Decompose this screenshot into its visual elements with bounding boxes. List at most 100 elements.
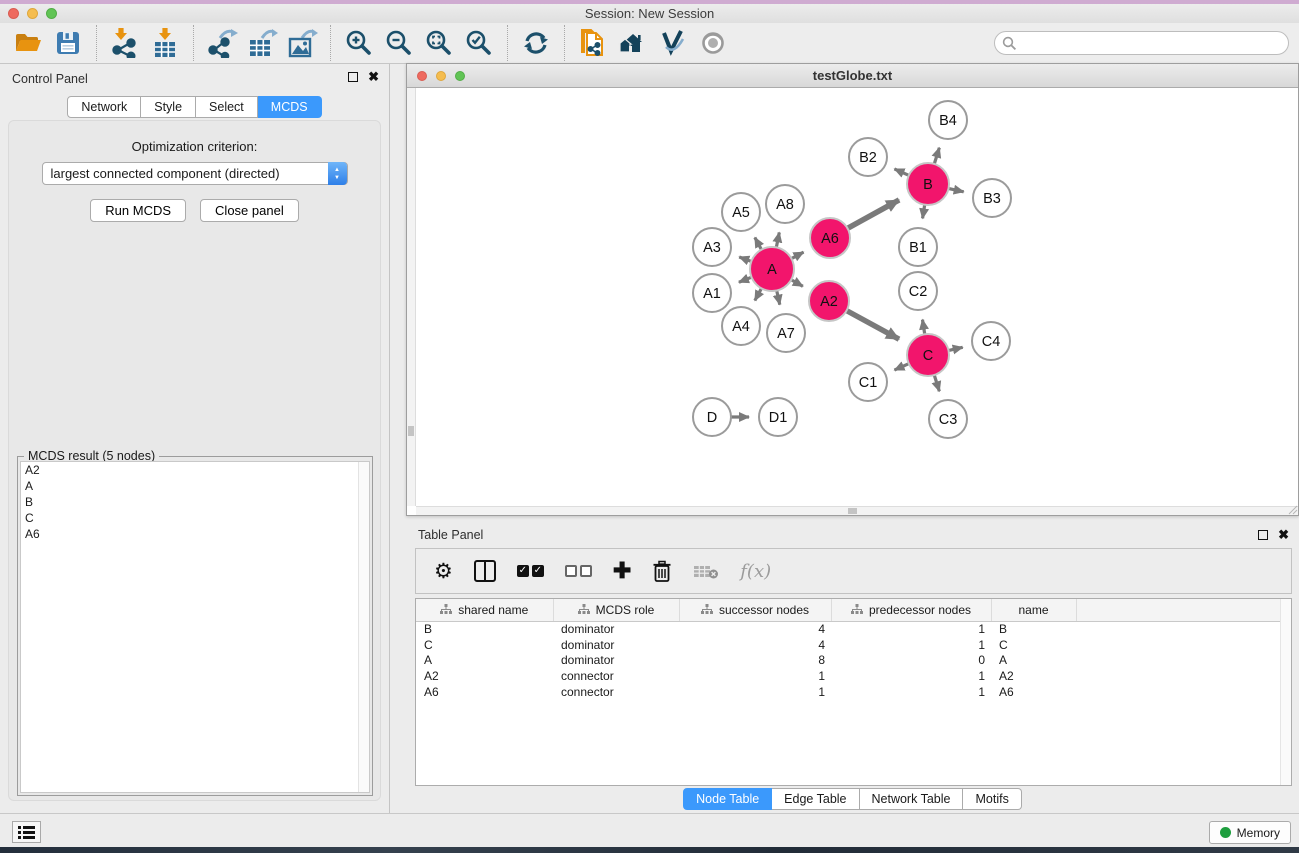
table-header-row[interactable]: shared nameMCDS rolesuccessor nodesprede… [416,599,1291,621]
close-panel-button[interactable]: Close panel [200,199,299,222]
import-table-button[interactable] [145,26,185,60]
float-table-panel-icon[interactable] [1258,530,1268,540]
result-list-item[interactable]: A6 [21,526,369,542]
graph-node-A1[interactable]: A1 [693,274,731,312]
table-cell[interactable]: dominator [553,652,679,668]
table-cell[interactable]: A6 [991,684,1076,700]
graph-node-B[interactable]: B [907,163,949,205]
column-header-mcds-role[interactable]: MCDS role [553,599,679,621]
table-cell[interactable]: C [991,637,1076,653]
close-panel-icon[interactable]: ✖ [368,72,379,82]
table-cell[interactable]: connector [553,684,679,700]
tab-node-table[interactable]: Node Table [683,788,772,810]
float-panel-icon[interactable] [348,72,358,82]
graph-node-A[interactable]: A [750,247,794,291]
new-network-from-selection-button[interactable] [573,26,613,60]
mcds-result-list[interactable]: A2ABCA6 [20,461,370,793]
save-session-button[interactable] [48,26,88,60]
select-all-checkboxes-icon[interactable]: ✓ ✓ [517,565,544,577]
export-image-button[interactable] [282,26,322,60]
graph-node-A7[interactable]: A7 [767,314,805,352]
table-cell[interactable]: A2 [991,668,1076,684]
deselect-all-checkboxes-icon[interactable] [565,565,592,577]
table-cell[interactable]: dominator [553,621,679,637]
column-header-predecessor-nodes[interactable]: predecessor nodes [831,599,991,621]
zoom-out-button[interactable] [379,26,419,60]
result-list-item[interactable]: C [21,510,369,526]
table-row[interactable]: A6connector11A6 [416,684,1291,700]
network-graph[interactable]: AA1A2A3A4A5A6A7A8BB1B2B3B4CC1C2C3C4DD1 [407,88,1298,507]
criterion-select[interactable]: largest connected component (directed) ▲… [42,162,348,185]
graph-node-D[interactable]: D [693,398,731,436]
zoom-selected-button[interactable] [459,26,499,60]
table-body[interactable]: Bdominator41BCdominator41CAdominator80AA… [416,621,1291,699]
search-input[interactable] [994,31,1289,55]
network-canvas[interactable]: AA1A2A3A4A5A6A7A8BB1B2B3B4CC1C2C3C4DD1 [407,88,1298,506]
task-history-button[interactable] [12,821,41,843]
refresh-button[interactable] [516,26,556,60]
memory-button[interactable]: Memory [1209,821,1291,844]
column-header-successor-nodes[interactable]: successor nodes [679,599,831,621]
table-row[interactable]: Bdominator41B [416,621,1291,637]
column-header-shared-name[interactable]: shared name [416,599,553,621]
graph-node-B4[interactable]: B4 [929,101,967,139]
table-options-gear-icon[interactable]: ⚙ [434,561,453,582]
tab-edge-table[interactable]: Edge Table [772,788,859,810]
import-network-button[interactable] [105,26,145,60]
result-list-item[interactable]: A2 [21,462,369,478]
create-column-plus-icon[interactable]: ✚ [613,560,631,582]
function-builder-icon[interactable]: f(x) [740,561,771,582]
column-header-name[interactable]: name [991,599,1076,621]
table-cell[interactable]: 1 [831,668,991,684]
table-cell[interactable]: B [416,621,553,637]
table-cell[interactable]: 8 [679,652,831,668]
table-cell[interactable]: dominator [553,637,679,653]
graph-node-B3[interactable]: B3 [973,179,1011,217]
graph-node-A6[interactable]: A6 [810,218,850,258]
show-hide-style-button[interactable] [653,26,693,60]
table-cell[interactable]: 1 [679,684,831,700]
tab-select[interactable]: Select [196,96,258,118]
graph-node-C2[interactable]: C2 [899,272,937,310]
graph-node-A8[interactable]: A8 [766,185,804,223]
result-list-item[interactable]: B [21,494,369,510]
show-hide-view-button[interactable] [693,26,733,60]
table-cell[interactable]: A2 [416,668,553,684]
graph-node-C3[interactable]: C3 [929,400,967,438]
open-session-button[interactable] [8,26,48,60]
zoom-in-button[interactable] [339,26,379,60]
graph-edge-A6-B[interactable] [846,200,899,229]
tab-network-table[interactable]: Network Table [860,788,964,810]
graph-node-D1[interactable]: D1 [759,398,797,436]
zoom-fit-button[interactable] [419,26,459,60]
network-vertical-scrollbar[interactable] [407,88,416,506]
graph-node-A3[interactable]: A3 [693,228,731,266]
table-vertical-scrollbar[interactable] [1280,599,1291,785]
graph-node-C1[interactable]: C1 [849,363,887,401]
graph-node-B1[interactable]: B1 [899,228,937,266]
network-vscroll-thumb[interactable] [408,426,414,436]
show-columns-icon[interactable] [474,560,496,582]
delete-table-icon[interactable] [693,562,719,580]
table-cell[interactable]: 4 [679,637,831,653]
run-mcds-button[interactable]: Run MCDS [90,199,186,222]
table-row[interactable]: A2connector11A2 [416,668,1291,684]
network-hscroll-thumb[interactable] [848,508,857,514]
table-cell[interactable]: 1 [831,684,991,700]
tab-style[interactable]: Style [141,96,196,118]
tab-motifs[interactable]: Motifs [963,788,1021,810]
table-cell[interactable]: B [991,621,1076,637]
table-cell[interactable]: A [991,652,1076,668]
result-list-scrollbar[interactable] [358,462,369,792]
table-cell[interactable]: 1 [831,637,991,653]
table-cell[interactable]: 0 [831,652,991,668]
table-cell[interactable]: A6 [416,684,553,700]
export-network-button[interactable] [202,26,242,60]
export-table-button[interactable] [242,26,282,60]
table-cell[interactable]: 1 [679,668,831,684]
graph-node-B2[interactable]: B2 [849,138,887,176]
table-cell[interactable]: 1 [831,621,991,637]
graph-node-C[interactable]: C [907,334,949,376]
table-row[interactable]: Adominator80A [416,652,1291,668]
tab-mcds[interactable]: MCDS [258,96,322,118]
